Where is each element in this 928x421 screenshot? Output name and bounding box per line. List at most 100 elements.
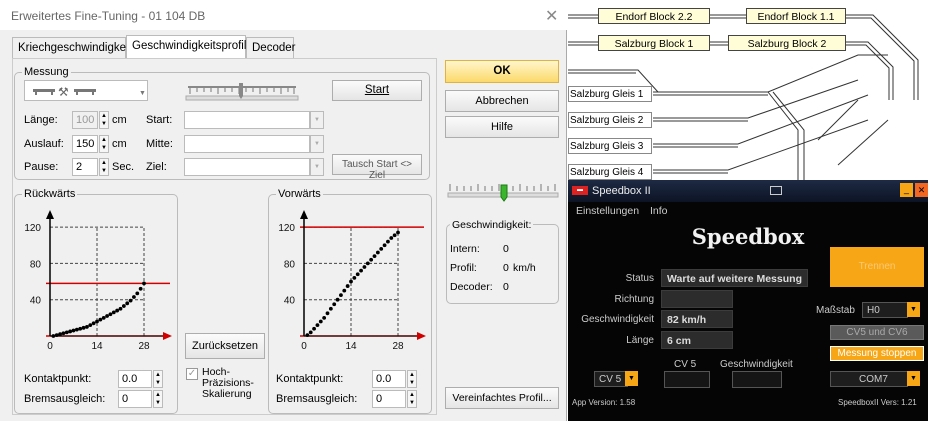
pause-label: Pause: — [24, 161, 59, 173]
profile-unit: km/h — [513, 262, 536, 274]
backward-brake-field[interactable]: 0 — [118, 390, 152, 408]
forward-brake-stepper[interactable]: ▲ ▼ — [407, 390, 417, 408]
forward-contact-stepper[interactable]: ▲ ▼ — [407, 370, 417, 388]
gleis-salzburg-4[interactable]: Salzburg Gleis 4 — [568, 164, 652, 180]
data-point — [339, 293, 343, 298]
runout-unit: cm — [112, 138, 127, 150]
block-salzburg-2[interactable]: Salzburg Block 2 — [728, 35, 846, 51]
runout-field[interactable]: 150 — [72, 135, 98, 153]
data-point — [105, 314, 109, 318]
cv-select[interactable]: CV 5 — [594, 371, 628, 387]
menu-settings[interactable]: Einstellungen — [576, 205, 639, 217]
scale-select[interactable]: H0 — [862, 302, 908, 318]
track-diagram: Endorf Block 2.2 Endorf Block 1.1 Salzbu… — [568, 0, 928, 180]
backward-contact-field[interactable]: 0.0 — [118, 370, 152, 388]
speed-group-title: Geschwindigkeit: — [450, 219, 534, 231]
block-salzburg-1[interactable]: Salzburg Block 1 — [598, 35, 710, 51]
data-point — [362, 265, 367, 269]
help-button[interactable]: Hilfe — [445, 116, 559, 138]
block-endorf-1-1-label: Endorf Block 1.1 — [757, 11, 835, 23]
gleis-salzburg-3[interactable]: Salzburg Gleis 3 — [568, 138, 652, 154]
data-point — [328, 306, 333, 311]
forward-contact-field[interactable]: 0.0 — [372, 370, 406, 388]
data-point — [85, 325, 89, 329]
x-tick-label: 28 — [138, 341, 150, 352]
y-tick-label: 40 — [284, 296, 296, 307]
data-point — [111, 310, 116, 315]
runout-stepper[interactable]: ▲ ▼ — [99, 135, 109, 153]
pause-field[interactable]: 2 — [72, 158, 98, 176]
backward-contact-stepper[interactable]: ▲ ▼ — [153, 370, 163, 388]
tab-decoder[interactable]: Decoder — [246, 37, 295, 59]
measure-mode-icons: ⚒ ▼ — [33, 85, 146, 99]
close-icon[interactable]: ✕ — [915, 183, 928, 197]
x-tick-label: 0 — [301, 341, 307, 352]
data-point — [312, 326, 316, 331]
cv-compare-button[interactable]: CV5 und CV6 — [830, 325, 924, 340]
data-point — [335, 297, 340, 302]
data-point — [379, 246, 384, 251]
length-stepper[interactable]: ▲ ▼ — [99, 111, 109, 129]
mid-sensor-field[interactable] — [184, 135, 310, 153]
stop-measurement-button[interactable]: Messung stoppen — [830, 346, 924, 361]
x-tick-label: 14 — [91, 341, 103, 352]
close-icon[interactable]: ✕ — [545, 6, 558, 26]
simple-profile-button[interactable]: Vereinfachtes Profil... — [445, 387, 559, 409]
measure-speed-slider[interactable] — [184, 82, 300, 102]
forward-contact-label: Kontaktpunkt: — [276, 373, 344, 385]
reset-button[interactable]: Zurücksetzen — [185, 333, 265, 359]
com-dropdown-icon[interactable]: ▼ — [907, 371, 920, 386]
intern-value: 0 — [503, 243, 509, 255]
data-point — [372, 254, 377, 259]
tab-kriechgeschwindigkeit[interactable]: Kriechgeschwindigkeit — [12, 37, 132, 59]
start-button[interactable]: Start — [332, 80, 422, 101]
data-point — [392, 233, 397, 238]
scale-label: Maßstab — [816, 305, 855, 316]
goal-sensor-dropdown[interactable]: ▼ — [310, 158, 324, 176]
cv-speed-value-field[interactable] — [732, 371, 782, 388]
ok-button[interactable]: OK — [445, 60, 559, 83]
pause-stepper[interactable]: ▲ ▼ — [99, 158, 109, 176]
tab-geschwindigkeitsprofil[interactable]: Geschwindigkeitsprofil — [126, 35, 246, 59]
data-point — [115, 308, 120, 313]
forward-brake-field[interactable]: 0 — [372, 390, 406, 408]
gleis-salzburg-1[interactable]: Salzburg Gleis 1 — [568, 86, 652, 102]
scale-dropdown-icon[interactable]: ▼ — [907, 302, 920, 317]
y-tick-label: 80 — [30, 259, 42, 270]
minimize-icon[interactable]: _ — [900, 183, 913, 197]
start-sensor-dropdown[interactable]: ▼ — [310, 111, 324, 129]
data-point — [98, 317, 103, 322]
cv5-value-field[interactable] — [664, 371, 710, 388]
precision-checkbox[interactable]: ✓ — [186, 368, 198, 380]
start-sensor-field[interactable] — [184, 111, 310, 129]
menu-info[interactable]: Info — [650, 205, 668, 217]
length-field[interactable]: 100 — [72, 111, 98, 129]
runout-label: Auslauf: — [24, 138, 64, 150]
block-endorf-2-2[interactable]: Endorf Block 2.2 — [598, 8, 710, 24]
precision-label: Hoch- Präzisions- Skalierung — [202, 366, 254, 400]
speed-slider[interactable] — [446, 181, 560, 203]
separate-button[interactable]: Trennen — [830, 247, 924, 287]
data-point — [121, 304, 126, 308]
data-point — [315, 323, 320, 328]
data-point — [332, 302, 337, 307]
status-value: Warte auf weitere Messung — [661, 269, 808, 287]
backward-brake-stepper[interactable]: ▲ ▼ — [153, 390, 163, 408]
speed-value: 82 km/h — [661, 310, 733, 328]
block-endorf-1-1[interactable]: Endorf Block 1.1 — [746, 8, 846, 24]
gleis-salzburg-2[interactable]: Salzburg Gleis 2 — [568, 112, 652, 128]
swap-start-goal-button[interactable]: Tausch Start <> Ziel — [332, 154, 422, 181]
mid-sensor-dropdown[interactable]: ▼ — [310, 135, 324, 153]
measure-mode-select[interactable]: ⚒ ▼ — [24, 80, 148, 101]
backward-contact-label: Kontaktpunkt: — [24, 373, 92, 385]
cv-dropdown-icon[interactable]: ▼ — [625, 371, 638, 386]
com-select[interactable]: COM7 — [830, 371, 908, 387]
speed-label: Geschwindigkeit — [581, 314, 654, 325]
goal-sensor-field[interactable] — [184, 158, 310, 176]
data-point — [342, 288, 347, 293]
cancel-button[interactable]: Abbrechen — [445, 90, 559, 112]
start-button-label: Start — [364, 84, 390, 96]
data-point — [318, 319, 323, 324]
x-tick-label: 28 — [392, 341, 404, 352]
speedbox-window: Speedbox II ▬ _ ✕ Einstellungen Info Spe… — [568, 180, 928, 421]
